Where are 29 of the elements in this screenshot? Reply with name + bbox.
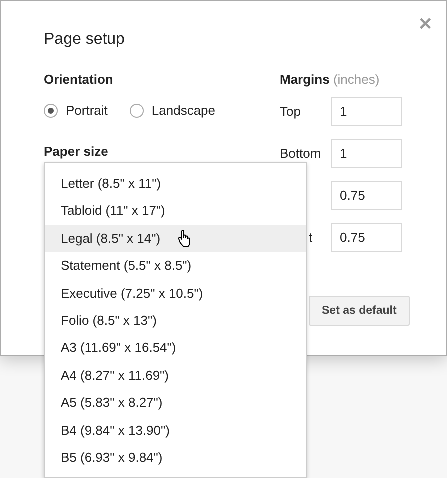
margin-field[interactable]: 0.75 bbox=[331, 223, 402, 252]
menu-item[interactable]: Statement (5.5" x 8.5") bbox=[45, 252, 306, 280]
menu-item[interactable]: Tabloid (11" x 17") bbox=[45, 197, 306, 225]
menu-item[interactable]: Executive (7.25" x 10.5") bbox=[45, 280, 306, 307]
margin-field[interactable]: 0.75 bbox=[331, 181, 402, 210]
unit-label: (inches) bbox=[333, 72, 380, 87]
hand-cursor-icon bbox=[178, 230, 193, 248]
radio-button[interactable] bbox=[130, 104, 144, 118]
field-label: Top bbox=[280, 104, 302, 119]
margin-field[interactable]: 1 bbox=[331, 139, 402, 168]
menu-item[interactable]: A4 (8.27" x 11.69") bbox=[45, 362, 306, 390]
section-heading: Paper size bbox=[44, 144, 110, 159]
menu-item[interactable]: Letter (8.5" x 11") bbox=[45, 170, 306, 198]
radio-label: Landscape bbox=[152, 103, 216, 118]
menu-item[interactable]: A3 (11.69" x 16.54") bbox=[45, 334, 306, 362]
radio-button[interactable] bbox=[44, 104, 58, 118]
field-label: t bbox=[308, 230, 314, 245]
dialog-title: Page setup bbox=[44, 31, 126, 49]
section-heading: Margins bbox=[280, 72, 330, 87]
menu-item[interactable]: Legal (8.5" x 14") bbox=[45, 224, 306, 252]
menu-item[interactable]: B4 (9.84" x 13.90") bbox=[45, 416, 306, 444]
menu-item[interactable]: Folio (8.5" x 13") bbox=[45, 306, 306, 334]
field-label: Bottom bbox=[280, 146, 322, 161]
menu-item[interactable]: A5 (5.83" x 8.27") bbox=[45, 389, 306, 417]
set-default-button[interactable]: Set as default bbox=[309, 296, 410, 326]
margin-field[interactable]: 1 bbox=[331, 97, 402, 126]
radio-label: Portrait bbox=[66, 103, 108, 118]
menu-item[interactable]: B5 (6.93" x 9.84") bbox=[45, 444, 306, 472]
section-heading: Orientation bbox=[44, 72, 114, 87]
